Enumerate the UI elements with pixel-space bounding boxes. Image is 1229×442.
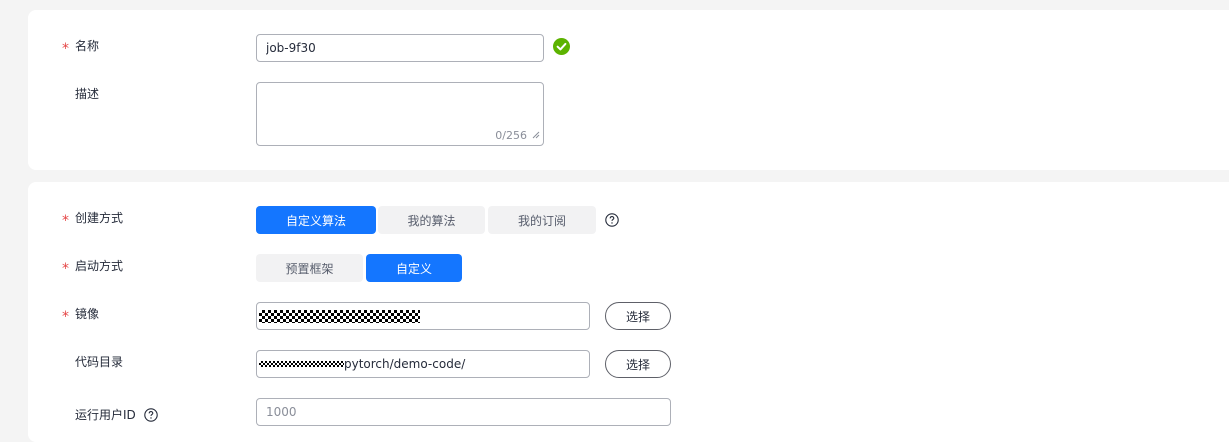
required-mark: * [62,261,69,277]
launch-option-custom[interactable]: 自定义 [366,254,462,282]
image-select-button[interactable]: 选择 [605,302,671,330]
config-card: * 创建方式 自定义算法 我的算法 我的订阅 * 启动方式 预置框架 自定义 *… [28,182,1229,442]
basic-info-card: * 名称 描述 0/256 [28,10,1229,170]
launch-method-label: 启动方式 [75,259,124,273]
help-icon[interactable] [605,213,619,230]
redacted-text [259,361,344,367]
create-option-my-algorithm[interactable]: 我的算法 [378,206,485,234]
required-mark: * [62,213,69,229]
required-mark: * [62,41,69,57]
image-input[interactable] [256,302,590,330]
code-dir-select-button[interactable]: 选择 [605,350,671,378]
code-dir-input[interactable]: pytorch/demo-code/ [256,350,590,378]
desc-textarea[interactable]: 0/256 [256,82,544,146]
code-dir-value: pytorch/demo-code/ [344,357,466,371]
required-mark: * [62,309,69,325]
run-user-id-label-text: 运行用户ID [75,408,136,422]
run-user-id-input[interactable] [256,398,671,426]
code-dir-label: 代码目录 [75,355,124,369]
create-option-my-subscription[interactable]: 我的订阅 [488,206,596,234]
desc-label: 描述 [75,87,100,101]
redacted-text [259,310,420,323]
resize-handle-icon[interactable] [532,128,540,142]
help-icon[interactable] [144,408,158,422]
create-method-label: 创建方式 [75,211,124,225]
launch-option-preset-framework[interactable]: 预置框架 [256,254,363,282]
run-user-id-label: 运行用户ID [75,407,158,423]
create-option-custom-algorithm[interactable]: 自定义算法 [256,206,376,234]
name-input[interactable] [256,34,544,62]
char-counter: 0/256 [495,129,527,142]
name-label: 名称 [75,39,100,53]
check-circle-icon [553,38,570,58]
image-label: 镜像 [75,307,100,321]
